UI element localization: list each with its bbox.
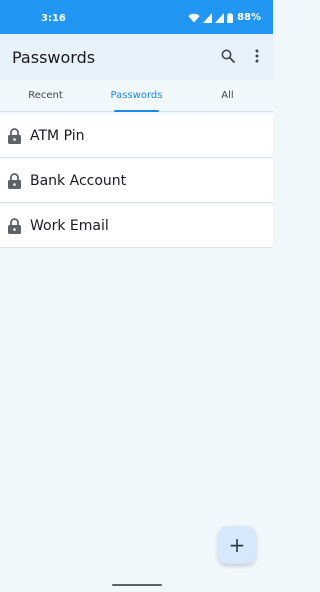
tab-recent[interactable]: Recent bbox=[0, 80, 91, 111]
battery-percent: 88% bbox=[237, 12, 261, 23]
more-vert-icon bbox=[255, 49, 259, 63]
status-bar: 3:16 88% bbox=[0, 0, 273, 34]
status-icons: 88% bbox=[188, 12, 261, 23]
signal-icon bbox=[203, 12, 213, 23]
list-item-label: ATM Pin bbox=[30, 127, 85, 144]
search-button[interactable] bbox=[218, 46, 238, 66]
tab-passwords[interactable]: Passwords bbox=[91, 80, 182, 112]
list-item-label: Bank Account bbox=[30, 172, 127, 189]
list-item-label: Work Email bbox=[30, 217, 109, 234]
home-indicator[interactable] bbox=[112, 584, 162, 586]
page-title: Passwords bbox=[12, 48, 96, 67]
lock-icon bbox=[8, 172, 24, 189]
list-item[interactable]: Bank Account bbox=[0, 159, 273, 203]
lock-icon bbox=[8, 217, 24, 234]
lock-icon bbox=[8, 127, 24, 144]
search-icon bbox=[221, 49, 235, 63]
status-time: 3:16 bbox=[41, 13, 66, 24]
list-item[interactable]: ATM Pin bbox=[0, 114, 273, 158]
tab-all[interactable]: All bbox=[182, 80, 273, 111]
tab-bar: Recent Passwords All bbox=[0, 80, 273, 112]
add-password-button[interactable]: + bbox=[218, 526, 256, 564]
battery-icon bbox=[227, 12, 234, 23]
app-bar: Passwords bbox=[0, 34, 273, 80]
list-item[interactable]: Work Email bbox=[0, 204, 273, 248]
plus-icon: + bbox=[228, 533, 246, 557]
more-options-button[interactable] bbox=[247, 46, 267, 66]
password-list: ATM Pin Bank Account Work Email bbox=[0, 114, 273, 248]
screen: 3:16 88% Passwords Recent Passwords All … bbox=[0, 0, 273, 592]
wifi-icon bbox=[188, 13, 200, 23]
signal-icon bbox=[215, 12, 225, 23]
